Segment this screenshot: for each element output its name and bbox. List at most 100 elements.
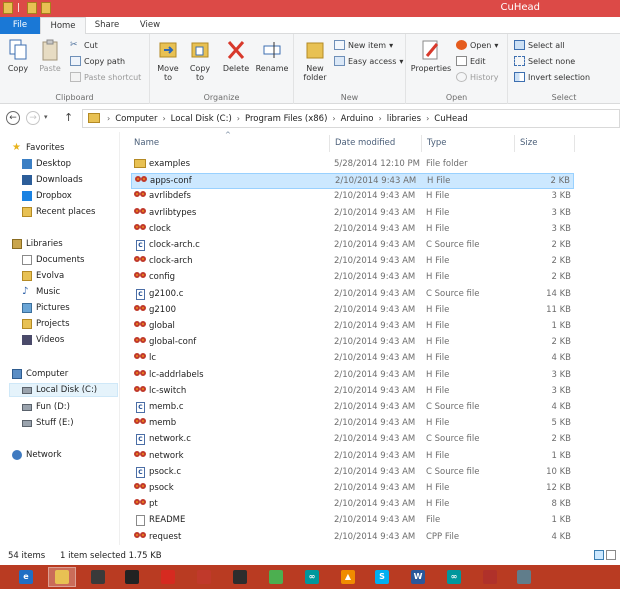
taskbar-button[interactable] <box>190 567 218 587</box>
table-row[interactable]: examples 5/28/2014 12:10 PM File folder <box>131 157 574 173</box>
taskbar-button[interactable] <box>118 567 146 587</box>
new-folder-button[interactable]: New folder <box>298 38 332 82</box>
breadcrumb-arduino[interactable]: Arduino <box>338 114 377 124</box>
column-header-date[interactable]: Date modified <box>335 138 395 148</box>
tab-share[interactable]: Share <box>86 17 128 34</box>
table-row[interactable]: pt 2/10/2014 9:43 AM H File 8 KB <box>131 497 574 513</box>
nav-dropbox[interactable]: Dropbox <box>22 189 72 203</box>
table-row[interactable]: README 2/10/2014 9:43 AM File 1 KB <box>131 513 574 529</box>
copy-path-button[interactable]: Copy path <box>70 56 125 66</box>
taskbar-button[interactable]: ∞ <box>298 567 326 587</box>
nav-projects[interactable]: Projects <box>22 317 70 331</box>
breadcrumb-separator[interactable]: › <box>377 114 384 123</box>
tab-home[interactable]: Home <box>40 17 86 35</box>
table-row[interactable]: g2100 2/10/2014 9:43 AM H File 11 KB <box>131 303 574 319</box>
recent-locations-chevron-icon[interactable]: ▾ <box>44 113 48 121</box>
table-row[interactable]: network 2/10/2014 9:43 AM H File 1 KB <box>131 449 574 465</box>
invert-selection-button[interactable]: Invert selection <box>514 72 590 82</box>
delete-button[interactable]: Delete <box>222 38 250 73</box>
move-to-button[interactable]: Move to <box>154 38 182 82</box>
breadcrumb-separator[interactable]: › <box>424 114 431 123</box>
properties-button[interactable]: Properties <box>408 38 454 73</box>
table-row[interactable]: psock 2/10/2014 9:43 AM H File 12 KB <box>131 481 574 497</box>
table-row[interactable]: global-conf 2/10/2014 9:43 AM H File 2 KB <box>131 335 574 351</box>
table-row[interactable]: lc-switch 2/10/2014 9:43 AM H File 3 KB <box>131 384 574 400</box>
select-all-button[interactable]: Select all <box>514 40 565 50</box>
table-row[interactable]: lc-addrlabels 2/10/2014 9:43 AM H File 3 KB <box>131 368 574 384</box>
select-none-button[interactable]: Select none <box>514 56 575 66</box>
taskbar-button[interactable] <box>476 567 504 587</box>
details-view-icon[interactable] <box>594 550 604 560</box>
nav-documents[interactable]: Documents <box>22 253 84 267</box>
breadcrumb-cuhead[interactable]: CuHead <box>431 114 471 124</box>
table-row[interactable]: clock-arch 2/10/2014 9:43 AM H File 2 KB <box>131 254 574 270</box>
column-header-size[interactable]: Size <box>520 138 537 148</box>
taskbar-button[interactable]: W <box>404 567 432 587</box>
nav-downloads[interactable]: Downloads <box>22 173 83 187</box>
copy-to-button[interactable]: Copy to <box>186 38 214 82</box>
taskbar-button[interactable] <box>154 567 182 587</box>
nav-network[interactable]: Network <box>12 448 62 462</box>
forward-button[interactable]: → <box>26 111 40 125</box>
breadcrumb-computer[interactable]: Computer <box>112 114 160 124</box>
nav-music[interactable]: ♪ Music <box>22 285 60 299</box>
back-button[interactable]: ← <box>6 111 20 125</box>
nav-computer[interactable]: Computer <box>12 367 68 381</box>
table-row[interactable]: lc 2/10/2014 9:43 AM H File 4 KB <box>131 351 574 367</box>
breadcrumb-separator[interactable]: › <box>330 114 337 123</box>
taskbar-button[interactable]: S <box>368 567 396 587</box>
column-divider[interactable] <box>574 135 575 152</box>
tab-view[interactable]: View <box>128 17 172 34</box>
taskbar-button[interactable]: ▲ <box>334 567 362 587</box>
rename-button[interactable]: Rename <box>254 38 290 73</box>
taskbar-button[interactable] <box>84 567 112 587</box>
column-divider[interactable] <box>421 135 422 152</box>
paste-shortcut-button[interactable]: Paste shortcut <box>70 72 141 82</box>
breadcrumb-local-disk[interactable]: Local Disk (C:) <box>168 114 235 124</box>
taskbar-button[interactable]: e <box>12 567 40 587</box>
taskbar-button[interactable] <box>226 567 254 587</box>
taskbar-button[interactable] <box>262 567 290 587</box>
column-header-type[interactable]: Type <box>427 138 447 148</box>
paste-button[interactable]: Paste <box>36 38 64 73</box>
column-header-name[interactable]: Name <box>134 138 159 148</box>
table-row[interactable]: apps-conf 2/10/2014 9:43 AM H File 2 KB <box>131 173 574 190</box>
nav-desktop[interactable]: Desktop <box>22 157 71 171</box>
nav-evolva[interactable]: Evolva <box>22 269 64 283</box>
taskbar-button[interactable] <box>48 567 76 587</box>
breadcrumb-program-files[interactable]: Program Files (x86) <box>242 114 330 124</box>
table-row[interactable]: avrlibtypes 2/10/2014 9:43 AM H File 3 KB <box>131 206 574 222</box>
taskbar-button[interactable]: ∞ <box>440 567 468 587</box>
table-row[interactable]: config 2/10/2014 9:43 AM H File 2 KB <box>131 270 574 286</box>
new-item-button[interactable]: New item ▾ <box>334 40 393 50</box>
cut-button[interactable]: ✂ Cut <box>70 40 98 50</box>
tab-file[interactable]: File <box>0 17 40 34</box>
taskbar-button[interactable] <box>510 567 538 587</box>
nav-local-disk[interactable]: Local Disk (C:) <box>9 383 118 397</box>
table-row[interactable]: global 2/10/2014 9:43 AM H File 1 KB <box>131 319 574 335</box>
address-box[interactable]: › Computer › Local Disk (C:) › Program F… <box>82 109 620 128</box>
table-row[interactable]: Cpsock.c 2/10/2014 9:43 AM C Source file 10… <box>131 465 574 481</box>
large-icons-view-icon[interactable] <box>606 550 616 560</box>
new-folder-quick-icon[interactable] <box>41 2 51 14</box>
easy-access-button[interactable]: Easy access ▾ <box>334 56 403 66</box>
properties-quick-icon[interactable] <box>27 2 37 14</box>
table-row[interactable]: request 2/10/2014 9:43 AM CPP File 4 KB <box>131 530 574 546</box>
table-row[interactable]: Cmemb.c 2/10/2014 9:43 AM C Source file 4 K… <box>131 400 574 416</box>
up-button[interactable]: ↑ <box>64 111 73 124</box>
table-row[interactable]: Cnetwork.c 2/10/2014 9:43 AM C Source file… <box>131 432 574 448</box>
table-row[interactable]: memb 2/10/2014 9:43 AM H File 5 KB <box>131 416 574 432</box>
column-divider[interactable] <box>329 135 330 152</box>
nav-fun-drive[interactable]: Fun (D:) <box>22 400 70 414</box>
nav-recent-places[interactable]: Recent places <box>22 205 95 219</box>
column-divider[interactable] <box>514 135 515 152</box>
history-button[interactable]: History <box>456 72 498 82</box>
folder-icon[interactable] <box>3 2 13 14</box>
table-row[interactable]: Cg2100.c 2/10/2014 9:43 AM C Source file 14… <box>131 287 574 303</box>
nav-pictures[interactable]: Pictures <box>22 301 70 315</box>
breadcrumb-separator[interactable]: › <box>235 114 242 123</box>
breadcrumb-libraries[interactable]: libraries <box>384 114 424 124</box>
edit-button[interactable]: Edit <box>456 56 486 66</box>
breadcrumb-separator[interactable]: › <box>160 114 167 123</box>
open-button[interactable]: Open ▾ <box>456 40 498 50</box>
